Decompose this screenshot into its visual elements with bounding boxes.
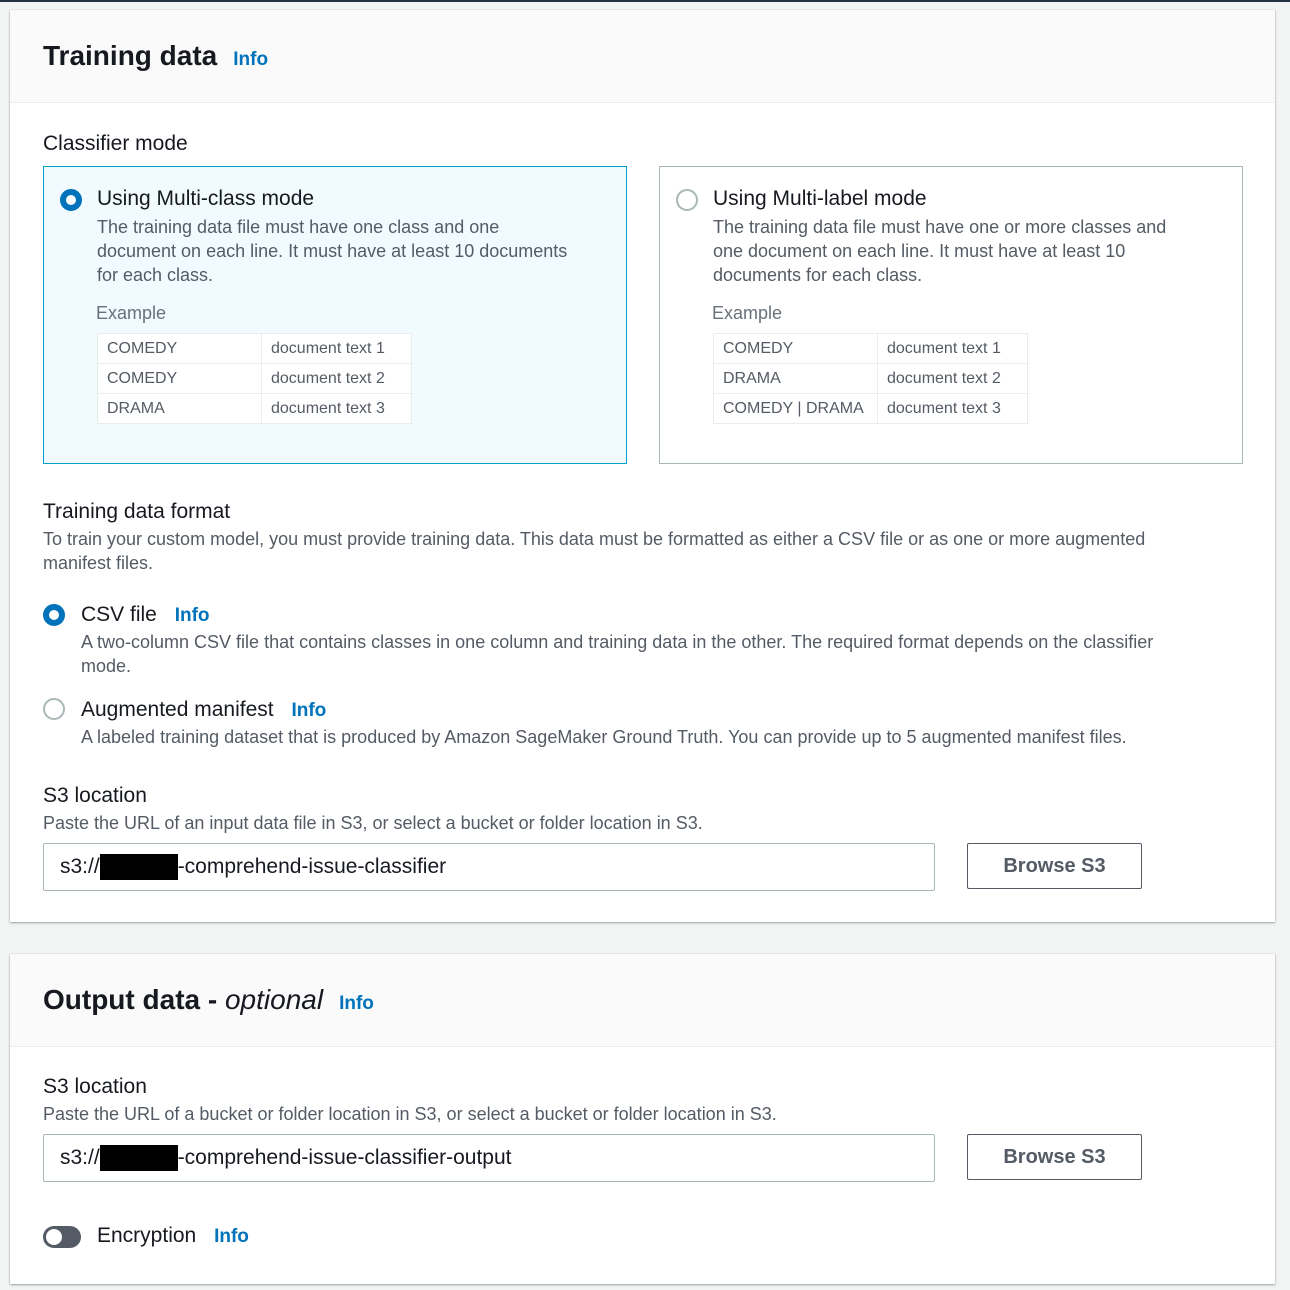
multilabel-description: The training data file must have one or …	[713, 217, 1167, 285]
encryption-info-link[interactable]: Info	[214, 1226, 249, 1247]
encryption-toggle[interactable]	[43, 1226, 81, 1248]
csv-file-label: CSV file	[81, 603, 157, 626]
redacted-account-id	[99, 854, 178, 880]
table-row: COMEDY document text 1	[713, 333, 1028, 364]
toggle-knob	[46, 1229, 62, 1245]
output-info-link[interactable]: Info	[339, 993, 374, 1015]
multiclass-radio[interactable]	[60, 189, 82, 211]
multiclass-description: The training data file must have one cla…	[97, 217, 568, 285]
csv-file-radio[interactable]	[43, 604, 65, 626]
page-title: Training data	[43, 40, 218, 71]
output-browse-s3-button[interactable]: Browse S3	[967, 1134, 1142, 1180]
multilabel-radio[interactable]	[676, 189, 698, 211]
classifier-mode-label: Classifier mode	[43, 132, 188, 155]
input-s3-location-label: S3 location	[43, 784, 147, 807]
input-s3-location-field[interactable]: s3://-comprehend-issue-classifier	[43, 843, 935, 891]
augmented-manifest-radio[interactable]	[43, 698, 65, 720]
output-data-header: Output data - optional Info	[10, 954, 1275, 1047]
output-s3-location-description: Paste the URL of a bucket or folder loca…	[43, 1104, 777, 1124]
augmented-manifest-label: Augmented manifest	[81, 698, 274, 721]
multiclass-mode-tile[interactable]: Using Multi-class mode The training data…	[43, 166, 627, 464]
table-row: DRAMA document text 2	[713, 363, 1028, 394]
table-row: COMEDY | DRAMA document text 3	[713, 393, 1028, 424]
encryption-option: Encryption Info	[97, 1224, 249, 1248]
multiclass-example-label: Example	[96, 303, 167, 323]
manifest-info-link[interactable]: Info	[291, 700, 326, 721]
table-row: DRAMA document text 3	[97, 393, 412, 424]
multilabel-example-label: Example	[712, 303, 783, 323]
multiclass-title: Using Multi-class mode	[97, 187, 315, 210]
training-format-description: To train your custom model, you must pro…	[43, 529, 1146, 573]
training-data-panel: Training data Info Classifier mode Using…	[10, 10, 1275, 922]
output-s3-location-field[interactable]: s3://-comprehend-issue-classifier-output	[43, 1134, 935, 1182]
multilabel-title: Using Multi-label mode	[713, 187, 927, 210]
training-format-label: Training data format	[43, 500, 231, 523]
multilabel-mode-tile[interactable]: Using Multi-label mode The training data…	[659, 166, 1243, 464]
input-s3-location-description: Paste the URL of an input data file in S…	[43, 813, 703, 833]
csv-info-link[interactable]: Info	[175, 605, 210, 626]
input-browse-s3-button[interactable]: Browse S3	[967, 843, 1142, 889]
table-row: COMEDY document text 2	[97, 363, 412, 394]
training-info-link[interactable]: Info	[233, 49, 268, 71]
encryption-label: Encryption	[97, 1224, 197, 1247]
csv-file-description: A two-column CSV file that contains clas…	[81, 632, 1154, 676]
top-border	[0, 0, 1290, 2]
training-data-header: Training data Info	[10, 10, 1275, 103]
output-data-panel: Output data - optional Info S3 location …	[10, 954, 1275, 1284]
augmented-manifest-option: Augmented manifest Info	[81, 698, 326, 722]
csv-file-option: CSV file Info	[81, 603, 210, 627]
redacted-account-id	[99, 1145, 178, 1171]
multilabel-example-table: COMEDY document text 1 DRAMA document te…	[713, 333, 1028, 424]
output-s3-location-label: S3 location	[43, 1075, 147, 1098]
table-row: COMEDY document text 1	[97, 333, 412, 364]
multiclass-example-table: COMEDY document text 1 COMEDY document t…	[97, 333, 412, 424]
augmented-manifest-description: A labeled training dataset that is produ…	[81, 727, 1127, 747]
output-title: Output data - optional	[43, 984, 324, 1015]
